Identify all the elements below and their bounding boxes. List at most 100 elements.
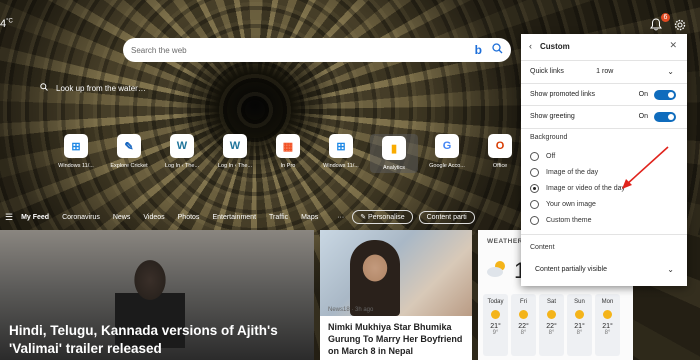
sun-icon (603, 310, 612, 319)
search-icon[interactable] (492, 41, 503, 59)
radio-button[interactable] (530, 184, 539, 193)
photo-caption: Look up from the water… (56, 83, 146, 93)
quick-link[interactable]: W Log In ‹ The... (158, 134, 206, 173)
quick-links-setting[interactable]: Quick links 1 row ⌄ (521, 60, 687, 82)
content-value: Content partially visible (535, 265, 607, 273)
quick-link[interactable]: ⊞ Windows 11/... (52, 134, 100, 173)
background-option-label: Custom theme (546, 217, 592, 224)
chevron-down-icon[interactable]: ⌄ (667, 67, 674, 76)
quick-links-label: Quick links (530, 68, 564, 75)
background-option-label: Your own image (546, 201, 596, 208)
news-card-main[interactable]: Hindi, Telugu, Kannada versions of Ajith… (0, 230, 314, 360)
bing-icon[interactable]: b (475, 43, 482, 57)
menu-icon[interactable]: ☰ (5, 212, 13, 223)
radio-button[interactable] (530, 200, 539, 209)
quick-link-label: Windows 11/... (323, 163, 359, 169)
promoted-links-value: On (638, 91, 648, 98)
feed-tab-my-feed[interactable]: My Feed (21, 214, 49, 221)
bell-icon[interactable]: 6 (650, 13, 670, 32)
news-card-second[interactable]: News18 · 3h ago Nimki Mukhiya Star Bhumi… (320, 230, 472, 360)
quick-link[interactable]: ✎ Explore Cricket (105, 134, 153, 173)
forecast-day[interactable]: Mon 21° 8° (595, 294, 620, 356)
feed-tab-videos[interactable]: Videos (143, 214, 164, 221)
panel-header: ‹ Custom (521, 34, 687, 58)
quick-links-value: 1 row (596, 68, 614, 75)
news-card-main-title[interactable]: Hindi, Telugu, Kannada versions of Ajith… (9, 322, 309, 358)
greeting-value: On (638, 113, 648, 120)
quick-link[interactable]: ▦ In Pro (264, 134, 312, 173)
promoted-links-toggle[interactable] (654, 89, 676, 100)
background-option-label: Image or video of the day (546, 185, 625, 192)
quick-link[interactable]: W Log In ‹ The... (211, 134, 259, 173)
back-icon[interactable]: ‹ (529, 41, 532, 51)
greeting-setting: Show greeting On (521, 105, 687, 127)
background-label: Background (530, 134, 568, 141)
red-arrow-annotation (622, 146, 669, 189)
news-card-second-image (320, 230, 472, 316)
microsoft-icon: ▦ (276, 134, 300, 158)
feed-tab-entertainment[interactable]: Entertainment (212, 214, 256, 221)
background-option[interactable]: Image of the day (530, 168, 598, 177)
forecast-day[interactable]: Fri 22° 8° (511, 294, 536, 356)
quick-link-label: In Pro (280, 163, 296, 169)
forecast-day[interactable]: Today 21° 9° (483, 294, 508, 356)
quick-link[interactable]: ▮ Analytics (370, 134, 418, 173)
news-card-second-person (350, 240, 400, 316)
feed-tab-news[interactable]: News (113, 214, 131, 221)
forecast-day-name: Fri (520, 299, 527, 305)
partly-cloudy-icon (486, 260, 508, 278)
personalise-button[interactable]: ✎ Personalise (352, 210, 413, 224)
forecast-high: 21° (574, 323, 585, 330)
feed-tab-coronavirus[interactable]: Coronavirus (62, 214, 100, 221)
forecast-day[interactable]: Sun 21° 8° (567, 294, 592, 356)
background-option[interactable]: Your own image (530, 200, 596, 209)
gear-icon[interactable] (674, 19, 686, 31)
office-icon: O (488, 134, 512, 158)
feed-tab-traffic[interactable]: Traffic (269, 214, 288, 221)
close-icon[interactable]: ✕ (669, 40, 677, 51)
forecast-high: 22° (518, 323, 529, 330)
background-option[interactable]: Custom theme (530, 216, 592, 225)
photo-info[interactable]: Look up from the water… (40, 83, 146, 93)
quick-link-label: Windows 11/... (58, 163, 94, 169)
top-weather[interactable]: 4°C (0, 18, 13, 30)
content-label: Content (530, 244, 555, 251)
forecast-day[interactable]: Sat 22° 8° (539, 294, 564, 356)
feed-tab-photos[interactable]: Photos (178, 214, 200, 221)
panel-title: Custom (540, 41, 570, 51)
quick-link[interactable]: ⊞ Windows 11/... (317, 134, 365, 173)
radio-button[interactable] (530, 152, 539, 161)
quick-link[interactable]: O Office (476, 134, 524, 173)
news-card-second-title[interactable]: Nimki Mukhiya Star Bhumika Gurung To Mar… (328, 321, 468, 357)
sun-icon (575, 310, 584, 319)
background-option[interactable]: Off (530, 152, 555, 161)
quick-link-label: Office (492, 163, 508, 169)
wordpress-icon: W (170, 134, 194, 158)
feed-tab-maps[interactable]: Maps (301, 214, 318, 221)
quick-link-label: Log In ‹ The... (164, 163, 200, 169)
search-box[interactable]: b (123, 38, 511, 62)
radio-button[interactable] (530, 168, 539, 177)
forecast-high: 22° (546, 323, 557, 330)
forecast-low: 8° (576, 330, 583, 336)
background-option-label: Image of the day (546, 169, 599, 176)
forecast-low: 9° (492, 330, 499, 336)
content-setting[interactable]: Content partially visible ⌄ (521, 258, 687, 280)
news-card-second-source: News18 · 3h ago (328, 307, 374, 313)
search-input[interactable] (131, 45, 475, 55)
greeting-toggle[interactable] (654, 111, 676, 122)
top-icons: 6 (650, 13, 686, 32)
more-icon[interactable]: ··· (337, 214, 344, 221)
forecast-low: 8° (604, 330, 611, 336)
promoted-links-label: Show promoted links (530, 91, 595, 98)
forecast-day-name: Mon (601, 299, 614, 305)
windows-icon: ⊞ (64, 134, 88, 158)
cricket-icon: ✎ (117, 134, 141, 158)
quick-link[interactable]: G Google Acco... (423, 134, 471, 173)
content-button[interactable]: Content parti (418, 210, 475, 224)
forecast-day-name: Sun (574, 299, 585, 305)
radio-button[interactable] (530, 216, 539, 225)
background-option[interactable]: Image or video of the day (530, 184, 625, 193)
sun-icon (547, 310, 556, 319)
chevron-down-icon[interactable]: ⌄ (667, 265, 674, 274)
